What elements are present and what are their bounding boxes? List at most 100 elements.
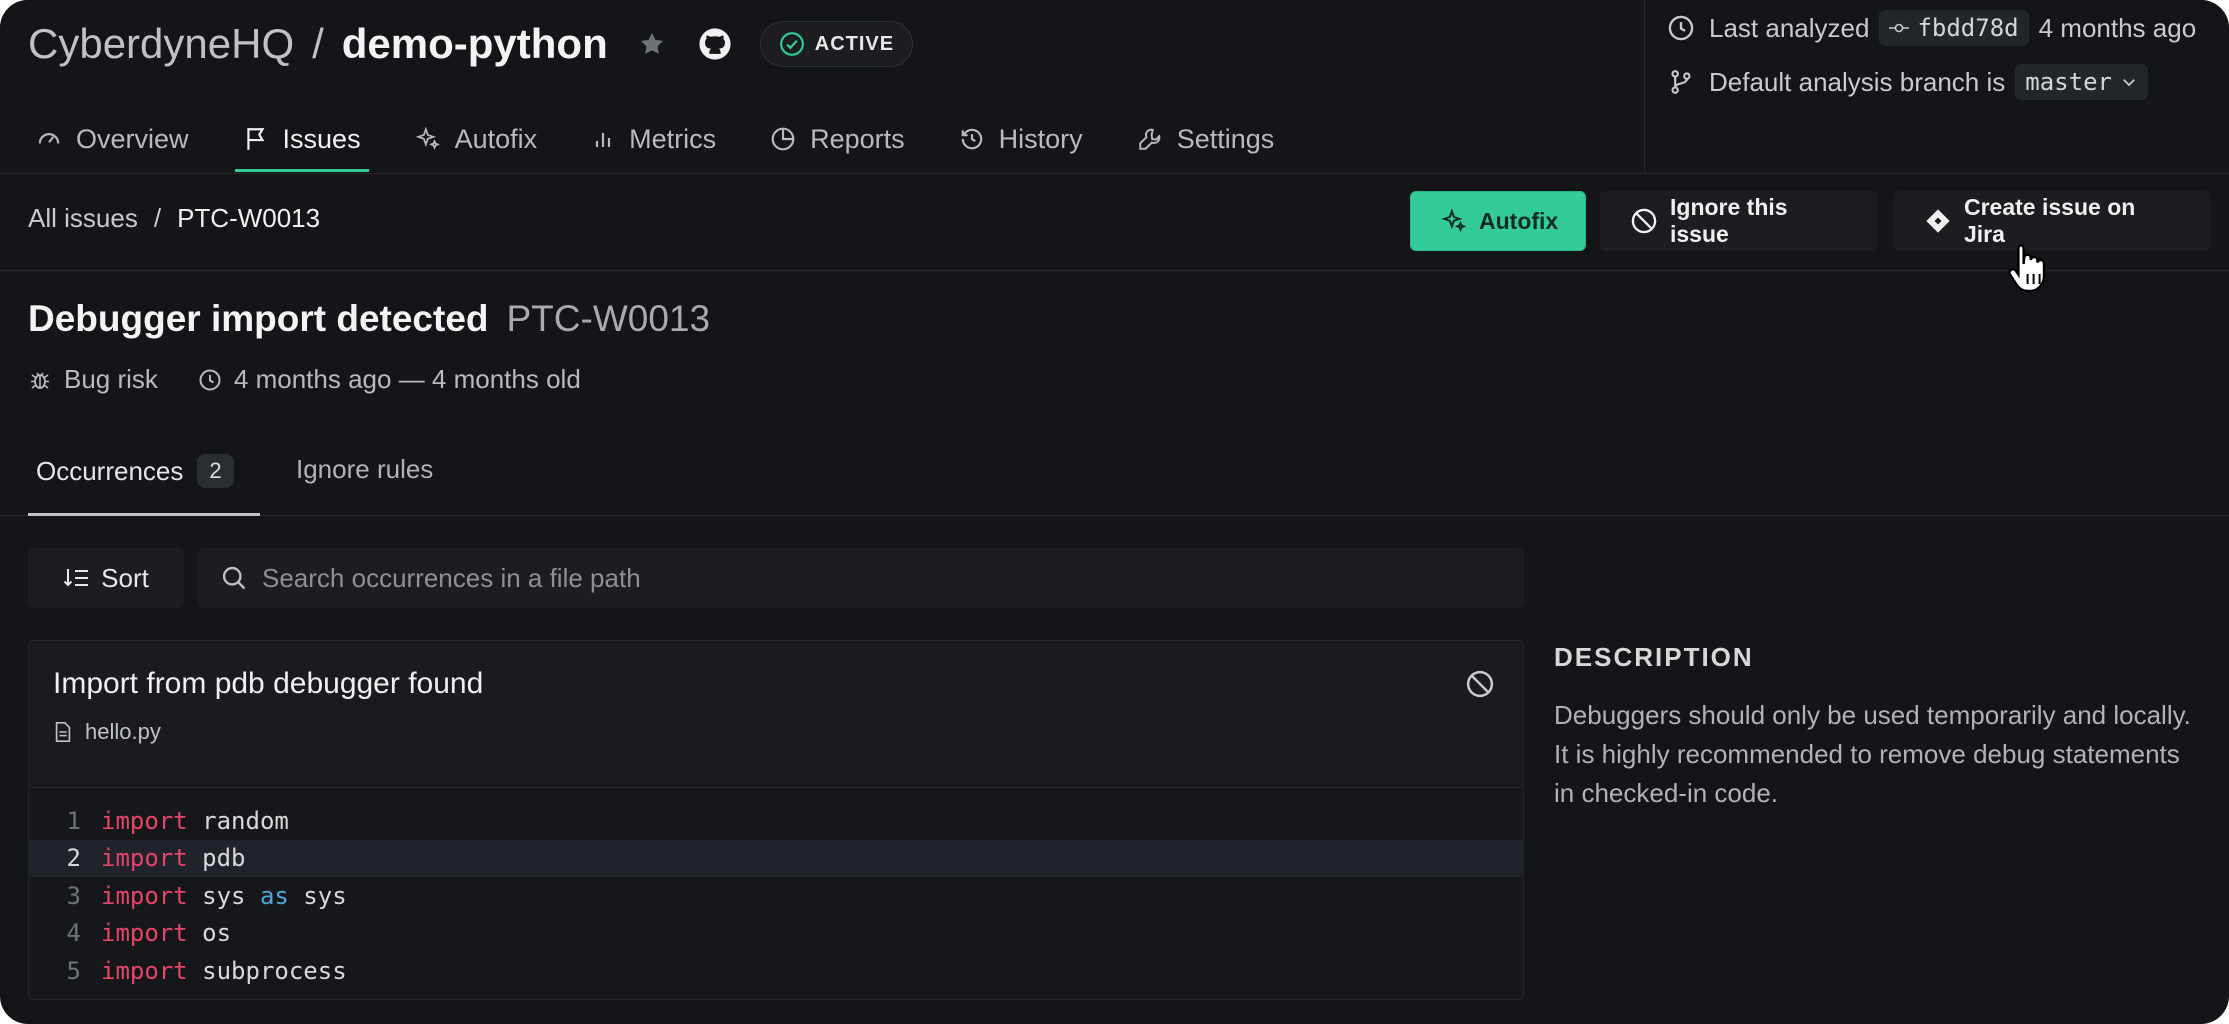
issue-meta: Bug risk 4 months ago — 4 months old: [28, 364, 581, 395]
code-keyword: import: [101, 806, 188, 835]
app-window: CyberdyneHQ / demo-python ACTIVE Last an…: [0, 0, 2229, 1024]
breadcrumb: All issues / PTC-W0013: [28, 203, 320, 234]
code-text: subprocess: [187, 956, 347, 985]
description-line: It is highly recommended to remove debug…: [1554, 739, 2180, 769]
search-icon: [220, 564, 248, 592]
tab-label: Autofix: [454, 123, 538, 154]
tab-label: Overview: [76, 123, 189, 154]
create-jira-issue-button[interactable]: Create issue on Jira: [1894, 191, 2210, 251]
tab-occurrences-label: Occurrences: [36, 455, 184, 486]
tab-overview[interactable]: Overview: [36, 108, 189, 170]
flag-icon: [243, 126, 269, 152]
code-line: 3 import sys as sys: [29, 877, 1523, 915]
create-jira-issue-label: Create issue on Jira: [1964, 194, 2136, 247]
ignore-issue-label: Ignore this issue: [1670, 194, 1788, 247]
active-tab-indicator: [28, 513, 260, 516]
line-number: 2: [66, 844, 81, 873]
sort-button[interactable]: Sort: [28, 548, 184, 608]
tab-ignore-rules-label: Ignore rules: [296, 454, 434, 484]
sparkle-icon: [1441, 208, 1467, 234]
branch-icon: [1667, 68, 1695, 96]
breadcrumb-separator: /: [153, 203, 162, 233]
code-text: os: [187, 919, 232, 948]
chevron-down-icon: [2120, 73, 2138, 91]
sort-icon: [63, 566, 91, 590]
repo-title: CyberdyneHQ / demo-python ACTIVE: [28, 18, 914, 70]
occurrence-count-badge: 2: [197, 454, 234, 488]
issue-code: PTC-W0013: [506, 298, 711, 339]
commit-chip[interactable]: fbdd78d: [1879, 10, 2029, 46]
tab-autofix[interactable]: Autofix: [415, 108, 538, 170]
breadcrumb-current: PTC-W0013: [177, 203, 321, 233]
tab-label: Metrics: [629, 123, 717, 154]
occurrence-tabs: Occurrences 2 Ignore rules: [0, 440, 2229, 516]
tab-issues[interactable]: Issues: [234, 108, 369, 172]
occurrence-file-name: hello.py: [85, 719, 161, 744]
tab-settings[interactable]: Settings: [1137, 108, 1275, 170]
org-link[interactable]: CyberdyneHQ: [28, 20, 294, 68]
description-body: Debuggers should only be used temporaril…: [1554, 696, 2229, 813]
ban-icon[interactable]: [1465, 669, 1495, 699]
branch-selector[interactable]: master: [2015, 64, 2148, 100]
status-badge-label: ACTIVE: [814, 32, 895, 55]
code-keyword: import: [101, 844, 188, 873]
description-line: Debuggers should only be used temporaril…: [1554, 700, 2191, 730]
issue-category: Bug risk: [64, 364, 158, 394]
issue-subbar: All issues / PTC-W0013 Autofix Ignore th…: [0, 175, 2229, 271]
gauge-icon: [36, 126, 62, 152]
repo-tabs: Overview Issues Autofix Metrics Reports …: [36, 108, 1328, 174]
code-line: 4 import os: [29, 915, 1523, 953]
code-keyword: import: [101, 956, 188, 985]
tab-reports[interactable]: Reports: [770, 108, 905, 170]
code-line: 5 import subprocess: [29, 952, 1523, 990]
tab-label: Settings: [1176, 123, 1275, 154]
issue-title: Debugger import detected PTC-W0013: [28, 298, 710, 340]
pie-chart-icon: [770, 126, 796, 152]
occurrence-file[interactable]: hello.py: [53, 719, 161, 745]
repo-name[interactable]: demo-python: [342, 20, 608, 68]
ban-icon: [1630, 207, 1658, 235]
tab-ignore-rules[interactable]: Ignore rules: [296, 454, 433, 485]
status-badge: ACTIVE: [759, 21, 914, 67]
default-branch: Default analysis branch is master: [1667, 64, 2158, 100]
code-text: random: [187, 806, 289, 835]
issue-age: 4 months ago — 4 months old: [233, 364, 581, 394]
line-number: 1: [66, 806, 81, 835]
star-icon[interactable]: [638, 30, 666, 58]
title-separator: /: [312, 20, 324, 67]
code-text: sys: [288, 881, 347, 910]
clock-icon: [1667, 14, 1695, 42]
repo-header: CyberdyneHQ / demo-python ACTIVE Last an…: [0, 0, 2229, 174]
commit-hash: fbdd78d: [1917, 14, 2019, 42]
autofix-button-label: Autofix: [1479, 207, 1559, 234]
description-heading: DESCRIPTION: [1554, 642, 1754, 672]
line-number: 3: [66, 881, 81, 910]
wrench-icon: [1137, 126, 1163, 152]
issue-title-text: Debugger import detected: [28, 298, 489, 339]
search-input[interactable]: [262, 562, 1462, 594]
tab-label: Issues: [282, 123, 361, 154]
analysis-info: Last analyzed fbdd78d 4 months ago Defau…: [1644, 0, 2229, 174]
description-line: in checked-in code.: [1554, 778, 1779, 808]
code-snippet: 1 import random 2 import pdb 3 import sy…: [29, 787, 1523, 999]
hand-pointer-icon: [2004, 240, 2052, 301]
sort-button-label: Sort: [101, 562, 149, 593]
line-number: 4: [66, 919, 81, 948]
autofix-button[interactable]: Autofix: [1410, 191, 1586, 251]
line-number: 5: [66, 956, 81, 985]
tab-occurrences[interactable]: Occurrences 2: [36, 454, 234, 488]
breadcrumb-all-issues[interactable]: All issues: [28, 203, 138, 234]
ignore-issue-button[interactable]: Ignore this issue: [1600, 191, 1878, 251]
tab-metrics[interactable]: Metrics: [591, 108, 716, 170]
occurrence-card: Import from pdb debugger found hello.py …: [28, 640, 1524, 1000]
last-analyzed-label: Last analyzed: [1709, 12, 1870, 43]
tab-history[interactable]: History: [959, 108, 1083, 170]
tab-label: Reports: [810, 123, 905, 154]
commit-icon: [1889, 21, 1910, 35]
code-text: sys: [187, 881, 260, 910]
github-icon[interactable]: [698, 27, 732, 61]
code-text: pdb: [187, 844, 246, 873]
last-analyzed: Last analyzed fbdd78d 4 months ago: [1667, 10, 2196, 46]
sparkle-icon: [415, 126, 441, 152]
search-box: [198, 548, 1524, 608]
